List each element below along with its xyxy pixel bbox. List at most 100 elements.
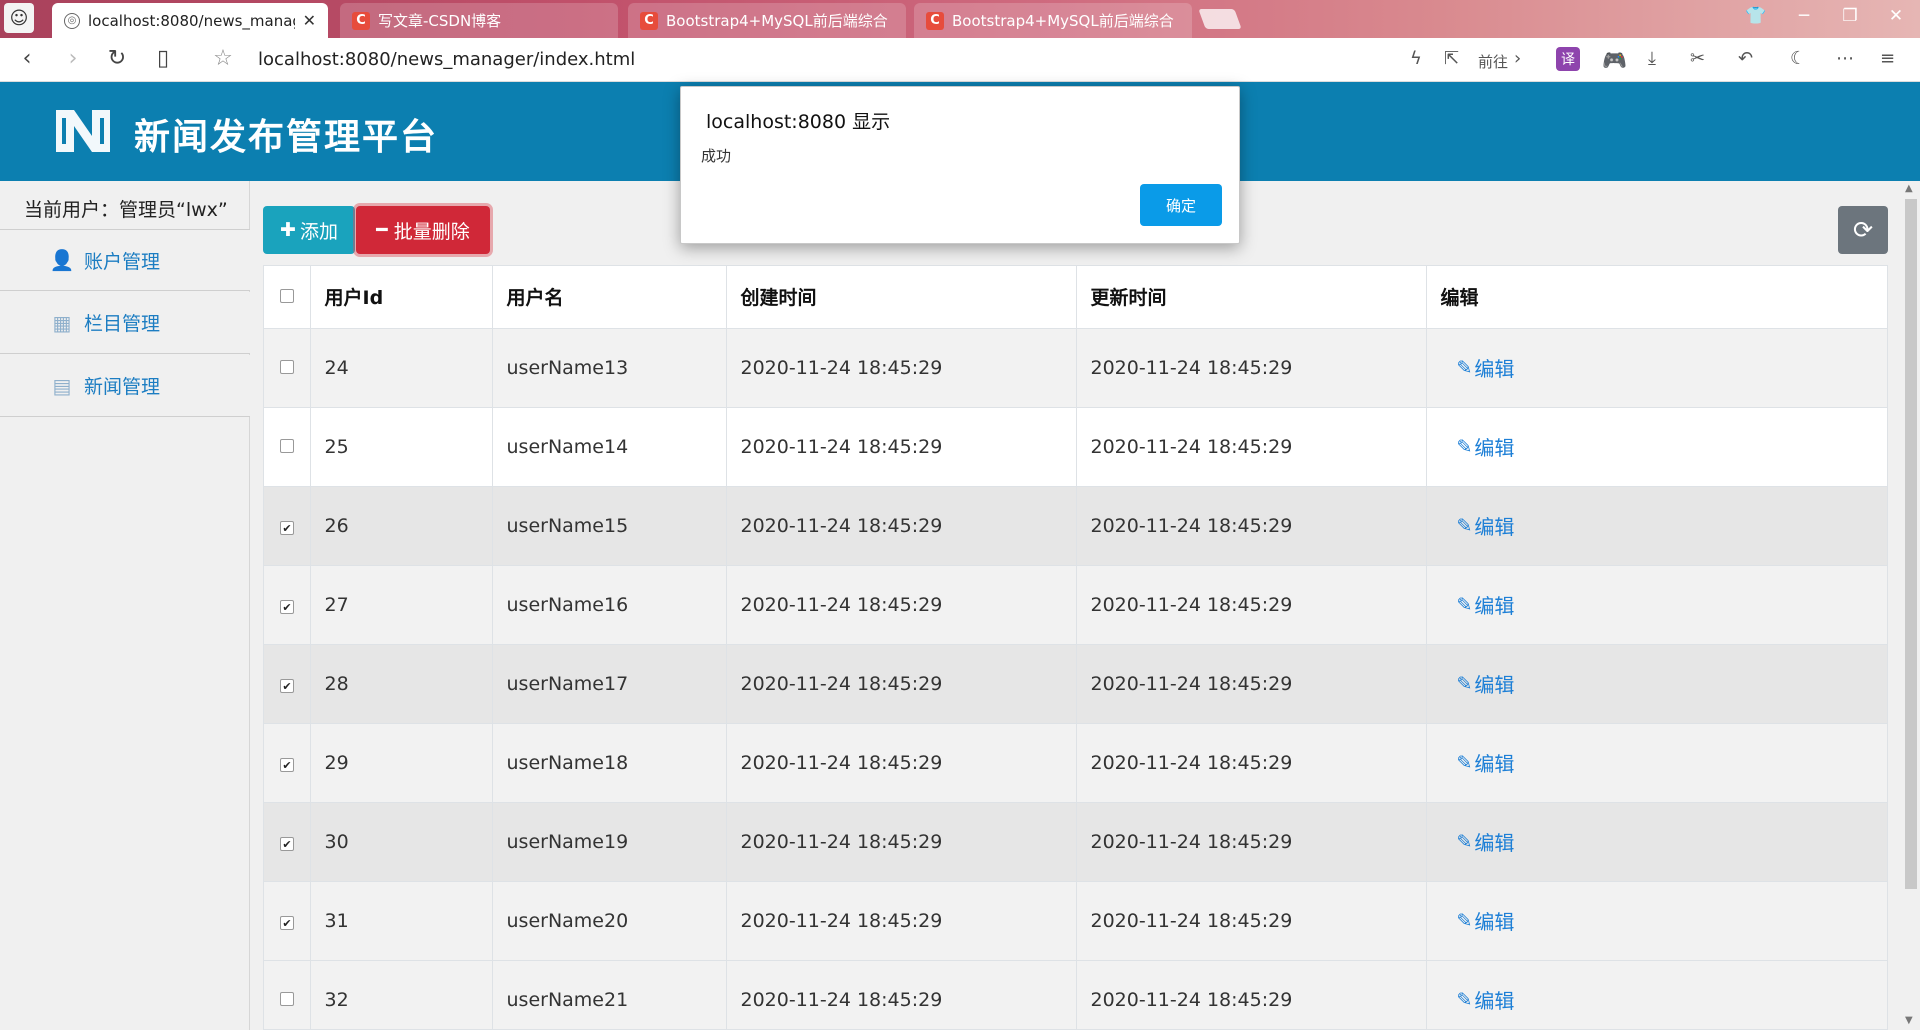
cell-edit: ✎ 编辑 <box>1426 407 1887 487</box>
cell-created-time: 2020-11-24 18:45:29 <box>726 328 1077 408</box>
select-all-cell <box>264 266 311 329</box>
table-row[interactable]: 25 userName14 2020-11-24 18:45:29 2020-11-2… <box>264 407 1887 487</box>
row-checkbox[interactable]: ✔ <box>280 600 294 614</box>
reader-icon[interactable]: ▯ <box>148 46 178 71</box>
tab-current[interactable]: ◎ localhost:8080/news_manage ✕ <box>52 3 328 38</box>
table-row[interactable]: ✔ 29 userName18 2020-11-24 18:45:29 2020-11-… <box>264 723 1887 803</box>
cell-user-id: 29 <box>310 723 493 803</box>
download-icon[interactable]: ⤓ <box>1648 48 1656 69</box>
select-all-checkbox[interactable] <box>280 288 294 303</box>
cell-updated-time: 2020-11-24 18:45:29 <box>1076 802 1427 882</box>
edit-link[interactable]: ✎ 编辑 <box>1441 906 1515 935</box>
edit-link[interactable]: ✎ 编辑 <box>1441 669 1515 698</box>
undo-icon[interactable]: ↶ <box>1738 48 1753 69</box>
sidebar-item-accounts[interactable]: 👤 账户管理 <box>0 229 250 291</box>
cell-edit: ✎ 编辑 <box>1426 960 1887 1029</box>
minimize-icon[interactable]: ─ <box>1786 6 1822 26</box>
edit-link-label: 编辑 <box>1474 515 1515 539</box>
page-scrollbar[interactable]: ▲ ▼ <box>1902 181 1920 1030</box>
goto-button[interactable]: 前往 <box>1478 51 1508 72</box>
edit-link[interactable]: ✎ 编辑 <box>1441 353 1515 382</box>
row-checkbox[interactable] <box>280 991 294 1006</box>
edit-icon: ✎ <box>1456 435 1473 458</box>
csdn-icon: C <box>352 11 370 30</box>
dialog-ok-button[interactable]: 确定 <box>1140 184 1222 226</box>
cell-username: userName19 <box>492 802 727 882</box>
tab-title: 写文章-CSDN博客 <box>378 12 502 30</box>
edit-link[interactable]: ✎ 编辑 <box>1441 748 1515 777</box>
edit-link-label: 编辑 <box>1474 831 1515 855</box>
translate-icon[interactable]: 译 <box>1556 47 1580 71</box>
cell-user-id: 26 <box>310 486 493 566</box>
row-select-cell: ✔ <box>264 644 311 724</box>
scroll-thumb[interactable] <box>1905 199 1917 889</box>
table-row[interactable]: 32 userName21 2020-11-24 18:45:29 2020-11-2… <box>264 960 1887 1029</box>
cell-username: userName20 <box>492 881 727 961</box>
game-icon[interactable]: 🎮 <box>1602 48 1627 72</box>
column-header-edit: 编辑 <box>1426 266 1887 329</box>
address-bar[interactable]: localhost:8080/news_manager/index.html <box>258 49 635 70</box>
scroll-down-icon[interactable]: ▼ <box>1905 1015 1913 1026</box>
cell-created-time: 2020-11-24 18:45:29 <box>726 644 1077 724</box>
sidebar-item-label: 账户管理 <box>84 250 161 273</box>
edit-icon: ✎ <box>1456 356 1473 379</box>
chevron-right-icon[interactable]: › <box>1514 48 1521 69</box>
edit-link[interactable]: ✎ 编辑 <box>1441 511 1515 540</box>
column-header-username[interactable]: 用户名 <box>492 266 727 329</box>
column-header-updated[interactable]: 更新时间 <box>1076 266 1427 329</box>
night-mode-icon[interactable]: ☾ <box>1790 48 1806 69</box>
more-icon[interactable]: ⋯ <box>1836 48 1854 69</box>
batch-delete-button[interactable]: ━ 批量删除 <box>356 206 490 254</box>
profile-avatar[interactable]: ☺ <box>4 3 34 33</box>
user-icon: 👤 <box>49 248 75 272</box>
edit-link[interactable]: ✎ 编辑 <box>1441 590 1515 619</box>
row-select-cell <box>264 960 311 1029</box>
share-icon[interactable]: ⇱ <box>1444 48 1459 69</box>
sidebar-item-news[interactable]: ▤ 新闻管理 <box>0 355 250 417</box>
forward-icon[interactable]: › <box>58 46 88 71</box>
cell-user-id: 32 <box>310 960 493 1029</box>
close-icon[interactable]: ✕ <box>303 11 316 30</box>
row-checkbox[interactable] <box>280 359 294 374</box>
menu-icon[interactable]: ≡ <box>1880 48 1895 69</box>
cell-created-time: 2020-11-24 18:45:29 <box>726 802 1077 882</box>
scroll-up-icon[interactable]: ▲ <box>1905 183 1913 194</box>
cell-username: userName14 <box>492 407 727 487</box>
table-row[interactable]: 24 userName13 2020-11-24 18:45:29 2020-11-2… <box>264 328 1887 408</box>
scissors-icon[interactable]: ✂ <box>1690 48 1705 69</box>
logo-icon <box>56 110 110 152</box>
row-checkbox[interactable]: ✔ <box>280 916 294 930</box>
edit-link[interactable]: ✎ 编辑 <box>1441 827 1515 856</box>
row-checkbox[interactable]: ✔ <box>280 837 294 851</box>
table-row[interactable]: ✔ 27 userName16 2020-11-24 18:45:29 2020-11-… <box>264 565 1887 645</box>
tab-csdn-write[interactable]: C 写文章-CSDN博客 <box>340 3 618 38</box>
reload-icon[interactable]: ↻ <box>102 46 132 71</box>
column-header-created[interactable]: 创建时间 <box>726 266 1077 329</box>
table-row[interactable]: ✔ 31 userName20 2020-11-24 18:45:29 2020-11-… <box>264 881 1887 961</box>
newspaper-icon: ▤ <box>52 373 72 398</box>
tab-title: Bootstrap4+MySQL前后端综合 <box>666 12 888 30</box>
skin-icon[interactable]: 👕 <box>1738 6 1774 26</box>
row-checkbox[interactable]: ✔ <box>280 521 294 535</box>
add-button[interactable]: ✚ 添加 <box>263 206 355 254</box>
table-row[interactable]: ✔ 30 userName19 2020-11-24 18:45:29 2020-11-… <box>264 802 1887 882</box>
restore-icon[interactable]: ❐ <box>1832 6 1868 26</box>
users-table: 用户Id 用户名 创建时间 更新时间 编辑 24 userName13 2020-1… <box>263 265 1888 1030</box>
star-icon[interactable]: ☆ <box>208 46 238 71</box>
refresh-button[interactable]: ⟳ <box>1838 206 1888 254</box>
back-icon[interactable]: ‹ <box>12 46 42 71</box>
table-row[interactable]: ✔ 28 userName17 2020-11-24 18:45:29 2020-11-… <box>264 644 1887 724</box>
edit-link[interactable]: ✎ 编辑 <box>1441 432 1515 461</box>
tab-csdn-article-1[interactable]: C Bootstrap4+MySQL前后端综合 <box>628 3 906 38</box>
column-header-id[interactable]: 用户Id <box>310 266 493 329</box>
flash-icon[interactable]: ϟ <box>1410 48 1422 69</box>
row-checkbox[interactable] <box>280 438 294 453</box>
table-row[interactable]: ✔ 26 userName15 2020-11-24 18:45:29 2020-11-… <box>264 486 1887 566</box>
row-checkbox[interactable]: ✔ <box>280 679 294 693</box>
new-tab-button[interactable] <box>1198 9 1242 29</box>
edit-link[interactable]: ✎ 编辑 <box>1441 985 1515 1014</box>
row-checkbox[interactable]: ✔ <box>280 758 294 772</box>
close-window-icon[interactable]: ✕ <box>1878 6 1914 26</box>
tab-csdn-article-2[interactable]: C Bootstrap4+MySQL前后端综合 <box>914 3 1192 38</box>
sidebar-item-columns[interactable]: ▦ 栏目管理 <box>0 292 250 354</box>
